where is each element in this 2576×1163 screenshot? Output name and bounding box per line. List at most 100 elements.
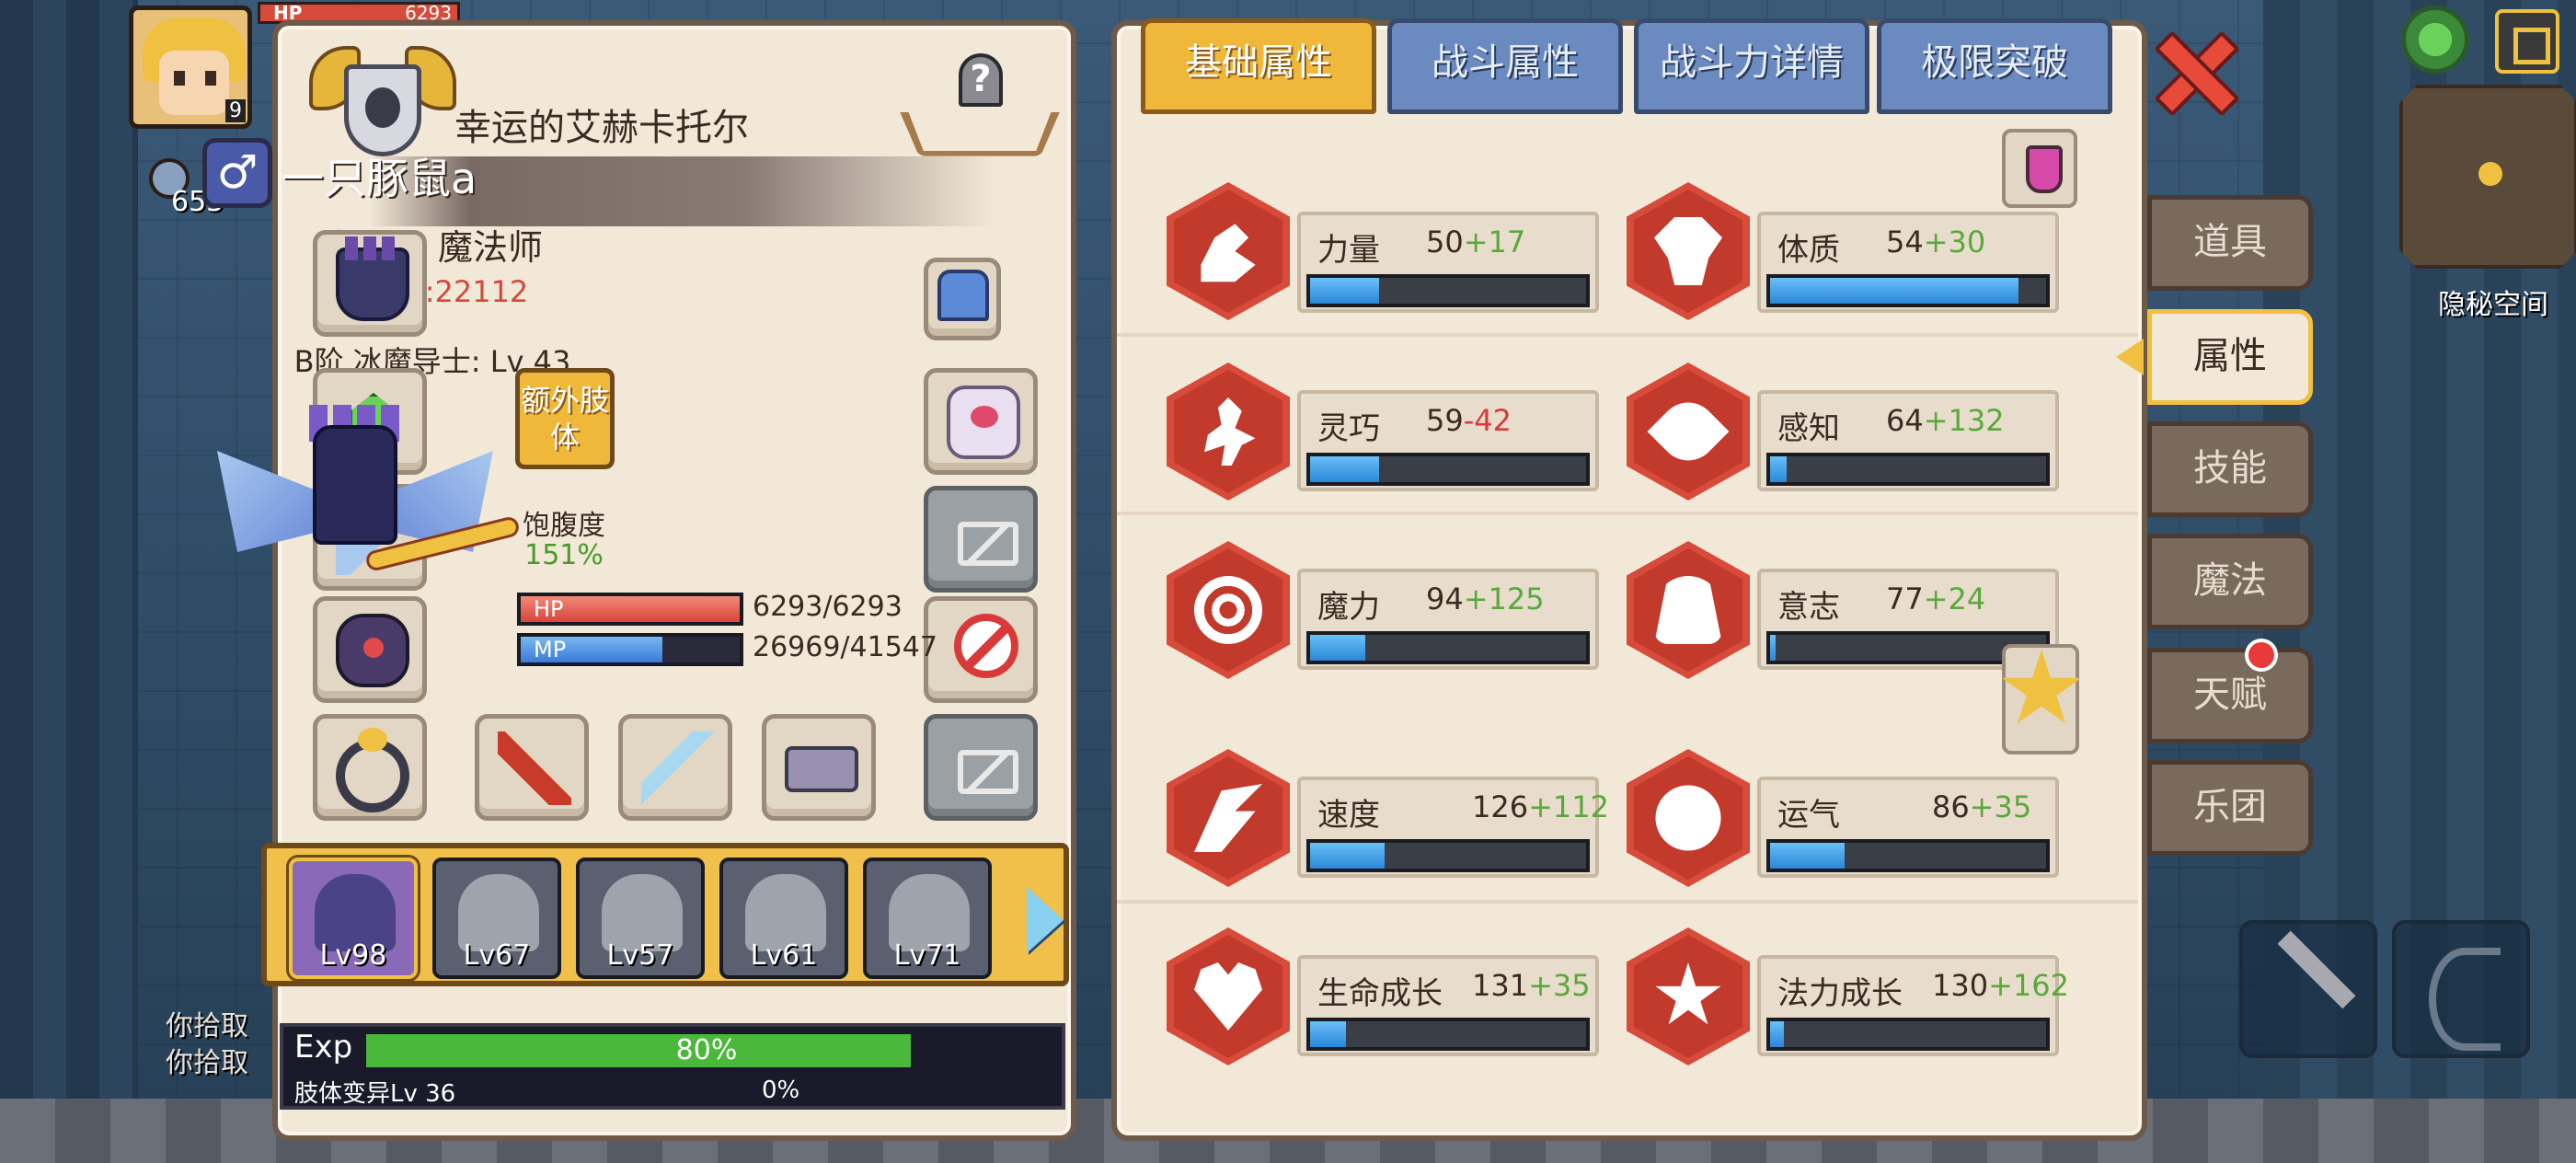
tab-label: 极限突破 [1921,41,2068,84]
attribute-values: 94+125 [1426,582,1545,616]
equip-slot-locked[interactable] [924,596,1038,703]
side-menu-label: 技能 [2193,447,2267,489]
side-menu-skills[interactable]: 技能 [2147,421,2313,517]
equip-slot-weapon-1[interactable] [475,714,589,821]
attribute-name: 体质 [1777,232,1840,269]
attribute-base: 130 [1932,968,1989,1003]
avatar-eye [205,71,216,86]
attribute-values: 64+132 [1886,403,2005,438]
tab-label: 战斗属性 [1432,41,1579,84]
attribute-speed: 速度 126+112 [1297,777,1609,878]
attribute-bar-fill [1770,456,1787,482]
player-avatar[interactable]: 9 [129,6,252,129]
male-gender-icon: ♂ [202,138,272,208]
attribute-name: 法力成长 [1777,975,1903,1012]
equip-slot-empty[interactable] [924,714,1038,821]
gold-ring-icon [336,728,409,812]
attribute-name: 感知 [1777,410,1840,447]
potion-button[interactable] [2002,129,2077,208]
side-menu-attributes[interactable]: 属性 [2147,309,2313,405]
notification-dot [2245,639,2278,672]
mp-bar: MP [517,633,743,666]
side-menu-band[interactable]: 乐团 [2147,760,2313,856]
side-menu-talent[interactable]: 天赋 [2147,648,2313,743]
equip-slot-glove[interactable] [924,368,1038,475]
attribute-values: 59-42 [1426,403,1512,438]
head-silhouette-glyph [1654,576,1722,644]
avatar-eye [174,71,185,86]
party-member-card[interactable]: Lv71 [863,858,992,979]
party-member-level: Lv67 [463,939,531,972]
limb-mutation-label: 肢体变异Lv 36 [294,1080,456,1108]
attribute-bar-fill [1310,843,1385,869]
attribute-base: 126 [1472,789,1529,824]
party-member-card[interactable]: Lv61 [719,858,848,979]
attribute-base: 64 [1886,403,1924,438]
bow-quick-slot-icon[interactable] [2392,920,2530,1058]
party-member-card[interactable]: Lv67 [432,858,561,979]
party-member-card[interactable]: Lv98 [289,858,418,979]
mp-label: MP [534,637,567,662]
side-menu-label: 天赋 [2193,674,2267,716]
attribute-base: 54 [1886,225,1924,259]
character-name: 一只豚鼠a [282,154,477,203]
attribute-bar-fill [1770,635,1776,661]
attribute-values: 54+30 [1886,225,1985,259]
sword-quick-slot-icon[interactable] [2239,920,2377,1058]
close-icon[interactable] [2153,29,2230,107]
star-glyph [1655,962,1721,1025]
equip-slot-helmet[interactable] [313,230,427,337]
background-wall-left [0,0,138,1163]
attribute-bar [1766,839,2050,872]
revolver-icon [785,746,858,792]
tab-label: 战斗力详情 [1660,41,1844,84]
attribute-bar [1766,1018,2050,1051]
attribute-bar-fill [1310,278,1379,304]
attribute-magic: 魔力 94+125 [1297,569,1599,670]
eye-glyph [1647,390,1730,473]
attribute-name: 意志 [1777,589,1840,626]
attribute-bonus: +24 [1923,582,1986,616]
tab-combat-attributes[interactable]: 战斗属性 [1387,18,1623,114]
equip-slot-empty[interactable] [924,486,1038,593]
attribute-values: 50+17 [1426,225,1525,259]
minimap[interactable] [2399,85,2576,269]
equip-slot-ring[interactable] [313,714,427,821]
attribute-bar [1306,1018,1590,1051]
window-toggle-icon[interactable] [2495,9,2559,74]
network-globe-icon[interactable] [2401,6,2469,74]
attribute-constitution: 体质 54+30 [1757,212,2059,313]
attribute-values: 86+35 [1932,789,2031,824]
flame-dagger-icon [498,731,571,805]
party-member-level: Lv71 [893,939,961,972]
attribute-name: 速度 [1317,797,1380,834]
ice-sword-icon [641,731,715,805]
party-member-card[interactable]: Lv57 [576,858,705,979]
side-menu-magic[interactable]: 魔法 [2147,534,2313,629]
extra-limb-button[interactable]: 额外肢体 [515,368,615,469]
equip-slot-weapon-3[interactable] [762,714,876,821]
spiral-glyph [1194,576,1262,644]
hp-label: HP [534,596,564,622]
hanger-bar [900,111,1060,156]
tab-combat-power-details[interactable]: 战斗力详情 [1634,18,1869,114]
mp-value: 26969/41547 [753,631,937,663]
attribute-bonus: +30 [1923,225,1986,259]
star-upgrade-button[interactable] [2002,644,2079,754]
equip-slot-weapon-2[interactable] [618,714,732,821]
attribute-strength: 力量 50+17 [1297,212,1599,313]
tab-basic-attributes[interactable]: 基础属性 [1141,18,1376,114]
side-menu-items[interactable]: 道具 [2147,195,2313,291]
wardrobe-hanger-icon[interactable]: ? [900,53,1060,173]
character-sprite [217,405,522,616]
attribute-name: 灵巧 [1317,410,1380,447]
hp-bar: HP [517,593,743,626]
tab-limit-break[interactable]: 极限突破 [1877,18,2112,114]
attribute-bonus: -42 [1463,403,1512,438]
equip-slot-gauntlet[interactable] [924,258,1001,340]
attribute-bonus: +125 [1463,582,1545,616]
pickup-message: 你拾取 [166,1010,248,1042]
attribute-bar-fill [1770,1021,1784,1047]
attribute-agility: 灵巧 59-42 [1297,390,1599,491]
next-arrow-icon[interactable] [1027,887,1064,953]
